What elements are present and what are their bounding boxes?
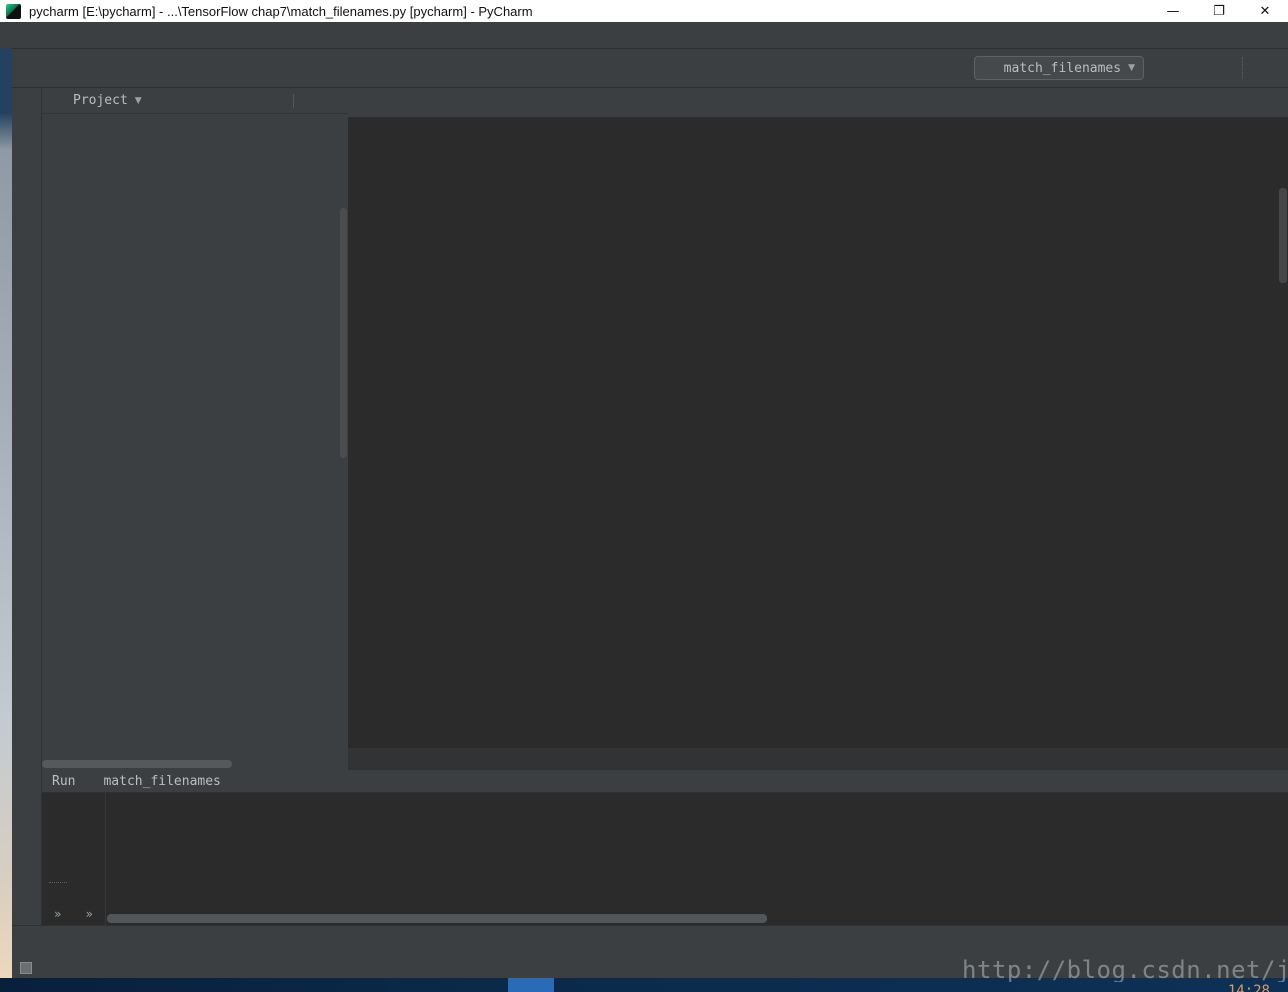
locate-file-button[interactable] <box>247 94 261 108</box>
project-vscrollbar[interactable] <box>340 208 347 458</box>
chevron-down-icon[interactable]: ▼ <box>135 96 142 106</box>
restore-button[interactable]: ❐ <box>1196 0 1242 22</box>
restore-layout-button[interactable] <box>81 855 97 871</box>
project-panel-title: Project <box>73 93 128 108</box>
divider <box>293 94 294 108</box>
run-button[interactable] <box>1155 59 1173 77</box>
window-title: pycharm [E:\pycharm] - ...\TensorFlow ch… <box>29 4 533 19</box>
search-everywhere-button[interactable] <box>1254 59 1272 77</box>
minimize-button[interactable]: — <box>1150 0 1196 22</box>
gear-icon[interactable] <box>303 94 317 108</box>
run-panel-title: Run <box>44 774 75 789</box>
run-toolwindow: Run match_filenames » <box>12 770 1288 925</box>
left-toolwindow-bar <box>12 88 42 770</box>
debug-button[interactable] <box>1184 59 1202 77</box>
chevron-down-icon: ▼ <box>1128 63 1135 73</box>
more-actions-button[interactable]: » <box>86 907 93 921</box>
run-config-select[interactable]: match_filenames ▼ <box>974 56 1144 80</box>
stop-button[interactable] <box>1213 59 1231 77</box>
run-config-name: match_filenames <box>103 774 220 789</box>
run-toolbar: match_filenames ▼ <box>974 56 1288 80</box>
toolbar-separator <box>1242 57 1243 79</box>
navigation-toolbar: match_filenames ▼ <box>12 49 1288 88</box>
toolwindow-toggle-icon[interactable] <box>20 962 32 974</box>
python-icon <box>82 774 96 788</box>
run-panel-header: Run match_filenames <box>42 770 1288 793</box>
run-console-toolbar: » » <box>42 793 106 925</box>
editor-vscrollbar[interactable] <box>1279 188 1287 283</box>
next-occurrence-button[interactable] <box>81 828 97 844</box>
menu-bar <box>0 22 1288 49</box>
taskbar-strip: 14:28 <box>0 978 1288 992</box>
status-bar <box>12 958 1288 978</box>
window-controls: — ❐ ✕ <box>1150 0 1288 22</box>
pause-output-button[interactable] <box>50 855 66 871</box>
collapse-all-button[interactable] <box>270 94 284 108</box>
taskbar-segment <box>508 978 554 992</box>
run-config-label: match_filenames <box>1004 61 1121 76</box>
pycharm-window: pycharm [E:\pycharm] - ...\TensorFlow ch… <box>0 0 1288 992</box>
code-context-bar: with tf.Session() as sess <box>348 747 1288 770</box>
project-hscrollbar[interactable] <box>42 760 348 768</box>
scroll-to-end-icon[interactable] <box>1264 774 1278 788</box>
gear-icon[interactable] <box>1240 774 1254 788</box>
titlebar: pycharm [E:\pycharm] - ...\TensorFlow ch… <box>0 0 1288 22</box>
toolbar-separator <box>49 882 67 883</box>
project-panel: Project ▼ <box>42 88 348 770</box>
code-editor[interactable] <box>348 118 1288 747</box>
pycharm-logo-icon <box>6 4 21 19</box>
taskbar-clock: 14:28 <box>1228 983 1270 992</box>
run-console-output[interactable] <box>106 793 1288 925</box>
editor-area: with tf.Session() as sess <box>348 88 1288 770</box>
rerun-button[interactable] <box>50 801 66 817</box>
close-button[interactable]: ✕ <box>1242 0 1288 22</box>
project-view-icon <box>52 94 66 108</box>
console-hscrollbar[interactable] <box>107 914 1288 923</box>
inspections-eye-icon[interactable] <box>1264 122 1278 136</box>
project-panel-header: Project ▼ <box>42 88 348 114</box>
more-actions-button[interactable]: » <box>54 907 61 921</box>
stop-process-button[interactable] <box>50 828 66 844</box>
editor-tabs <box>348 88 1288 118</box>
prev-occurrence-button[interactable] <box>81 801 97 817</box>
favorites-bar <box>12 770 42 925</box>
hide-panel-button[interactable] <box>326 94 340 108</box>
toolwindow-bottom-bar <box>12 925 1288 958</box>
desktop-edge <box>0 48 12 978</box>
